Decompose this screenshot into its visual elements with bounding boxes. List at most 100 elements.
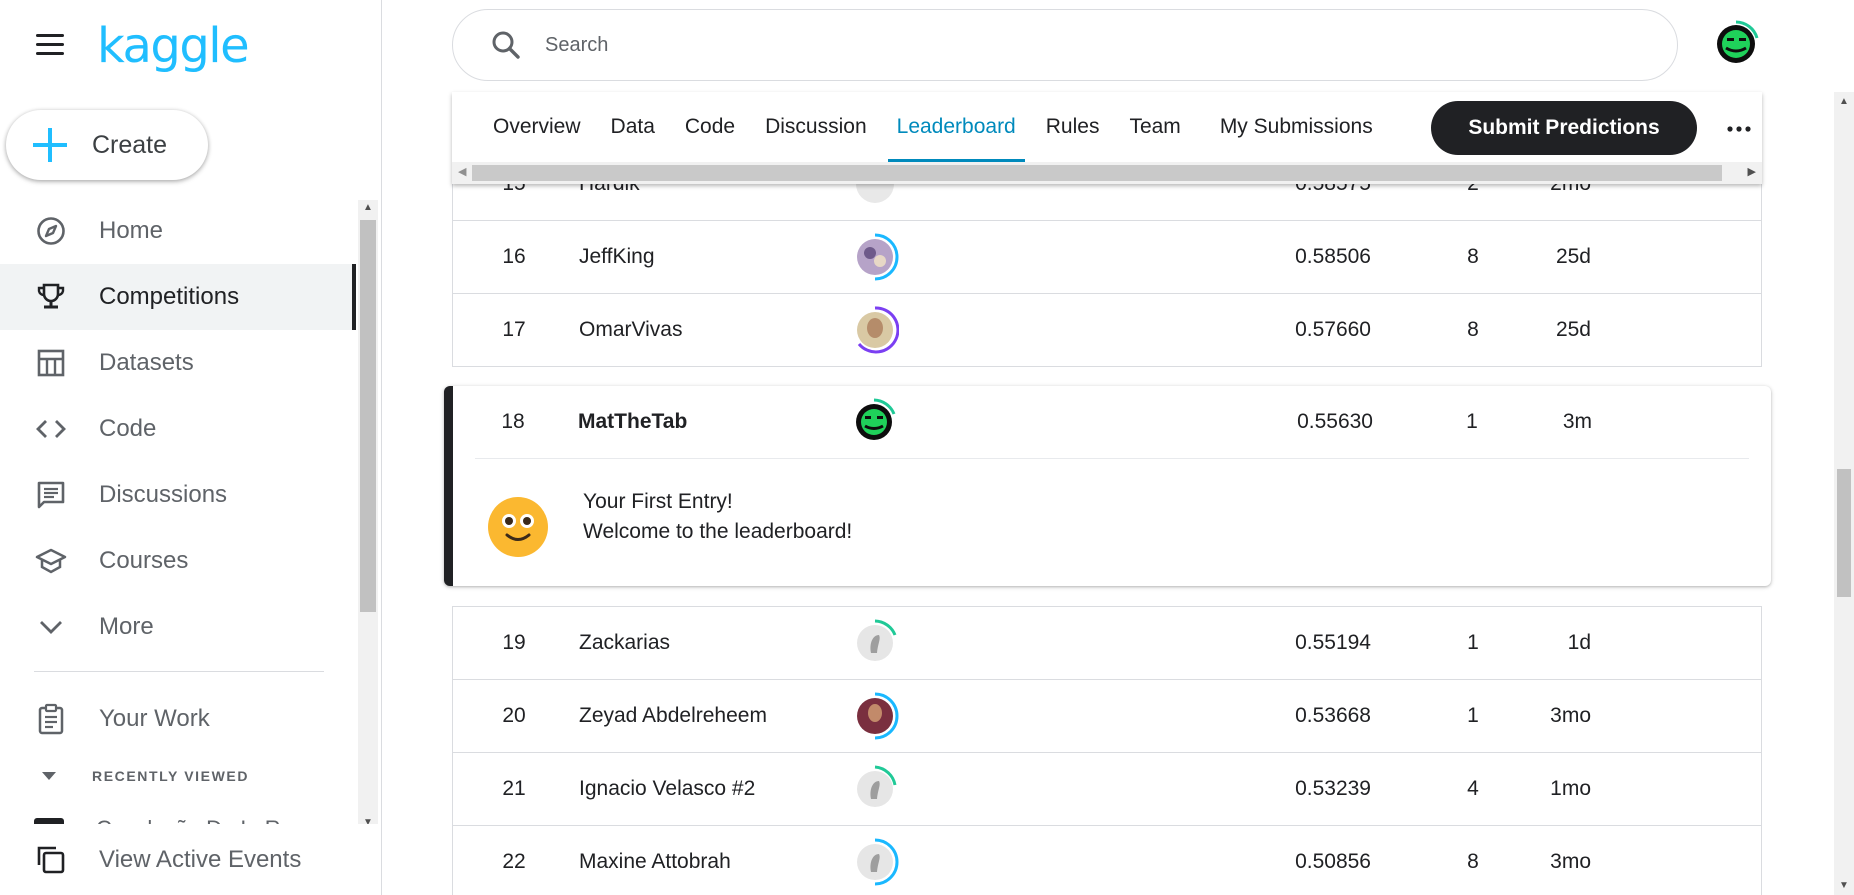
team-name-cell[interactable]: Zackarias: [579, 631, 670, 655]
table-row[interactable]: 16 JeffKing 0.58506 8 25d: [452, 221, 1762, 294]
avatar[interactable]: [851, 619, 899, 667]
team-name-cell[interactable]: MatTheTab: [578, 410, 687, 434]
my-entry-row[interactable]: 18 MatTheTab 0.55630 1 3m: [453, 386, 1762, 458]
team-name-cell[interactable]: Ignacio Velasco #2: [579, 777, 755, 801]
search-input[interactable]: [543, 32, 1547, 58]
sidebar-item-label: Competitions: [99, 283, 240, 310]
sidebar-item-label: More: [99, 613, 154, 640]
tab-overview[interactable]: Overview: [452, 92, 596, 162]
scroll-up-icon[interactable]: ▲: [363, 202, 373, 213]
score-cell: 0.53239: [1295, 777, 1371, 800]
search-bar[interactable]: [452, 9, 1678, 81]
tab-data[interactable]: Data: [596, 92, 670, 162]
more-horizontal-icon[interactable]: [1724, 114, 1754, 144]
user-avatar[interactable]: [1712, 20, 1760, 68]
table-row[interactable]: 22 Maxine Attobrah 0.50856 8 3mo: [452, 826, 1762, 895]
card-divider: [475, 458, 1749, 459]
sidebar-item-datasets[interactable]: Datasets: [0, 330, 356, 396]
score-cell: 0.53668: [1295, 704, 1371, 727]
chevron-down-icon: [34, 610, 68, 644]
table-row[interactable]: 20 Zeyad Abdelreheem 0.53668 1 3mo: [452, 680, 1762, 753]
score-cell: 0.57660: [1295, 318, 1371, 341]
sidebar-item-code[interactable]: Code: [0, 396, 356, 462]
tab-leaderboard[interactable]: Leaderboard: [882, 92, 1031, 162]
team-name-cell[interactable]: Maxine Attobrah: [579, 850, 731, 874]
rank-cell: 22: [502, 850, 526, 873]
entries-cell: 1: [1467, 704, 1479, 727]
sidebar-item-label: Courses: [99, 547, 189, 574]
scroll-down-icon[interactable]: ▼: [1839, 880, 1849, 891]
tabs-scrollbar-thumb[interactable]: [472, 165, 1722, 181]
score-cell: 0.55194: [1295, 631, 1371, 654]
entries-cell: 8: [1467, 850, 1479, 873]
my-entry-card: 18 MatTheTab 0.55630 1 3m Your First Ent…: [444, 386, 1771, 586]
scroll-up-icon[interactable]: ▲: [1839, 96, 1849, 107]
avatar[interactable]: [851, 233, 899, 281]
submit-predictions-button[interactable]: Submit Predictions: [1431, 101, 1697, 155]
sidebar-scrollbar[interactable]: ▲ ▼: [358, 200, 378, 830]
entries-cell: 8: [1467, 245, 1479, 268]
table-row[interactable]: 19 Zackarias 0.55194 1 1d: [452, 606, 1762, 680]
table-row[interactable]: 21 Ignacio Velasco #2 0.53239 4 1mo: [452, 753, 1762, 826]
rank-cell: 20: [502, 704, 526, 727]
tab-team[interactable]: Team: [1114, 92, 1204, 162]
sidebar-item-home[interactable]: Home: [0, 198, 356, 264]
entries-cell: 1: [1466, 410, 1478, 433]
last-cell: 25d: [1555, 245, 1591, 268]
rank-cell: 21: [502, 777, 526, 800]
sidebar-nav: Home Competitions Datasets Code Discussi…: [0, 198, 356, 660]
sidebar-item-your-work[interactable]: Your Work: [0, 686, 356, 752]
recently-viewed-toggle[interactable]: RECENTLY VIEWED: [42, 768, 249, 784]
sidebar-item-label: Your Work: [99, 705, 210, 732]
create-label: Create: [92, 130, 168, 159]
avatar[interactable]: [850, 398, 898, 446]
avatar[interactable]: [851, 306, 899, 354]
sidebar-item-label: Home: [99, 217, 164, 244]
scroll-right-icon[interactable]: ▶: [1748, 165, 1756, 178]
recently-viewed-label: RECENTLY VIEWED: [92, 768, 250, 784]
tab-my-submissions[interactable]: My Submissions: [1205, 92, 1388, 162]
message-title: Your First Entry!: [583, 490, 733, 513]
page-scrollbar[interactable]: ▲ ▼: [1834, 92, 1854, 895]
avatar[interactable]: [851, 765, 899, 813]
scroll-left-icon[interactable]: ◀: [458, 165, 466, 178]
sidebar-scrollbar-thumb[interactable]: [360, 220, 376, 612]
sidebar-item-courses[interactable]: Courses: [0, 528, 356, 594]
tab-rules[interactable]: Rules: [1031, 92, 1115, 162]
sidebar-item-more[interactable]: More: [0, 594, 356, 660]
entries-cell: 4: [1467, 777, 1479, 800]
last-cell: 3mo: [1550, 704, 1591, 727]
copy-icon: [34, 843, 68, 877]
avatar[interactable]: [851, 838, 899, 886]
view-active-events-button[interactable]: View Active Events: [0, 824, 381, 895]
avatar[interactable]: [851, 692, 899, 740]
sidebar-divider: [34, 671, 324, 672]
kaggle-logo[interactable]: kaggle: [97, 18, 250, 74]
trophy-icon: [34, 280, 68, 314]
last-cell: 1mo: [1550, 777, 1591, 800]
search-icon: [492, 31, 520, 59]
sidebar-item-discussions[interactable]: Discussions: [0, 462, 356, 528]
school-icon: [34, 544, 68, 578]
team-name-cell[interactable]: OmarVivas: [579, 318, 682, 342]
plus-icon: [33, 128, 67, 162]
create-button[interactable]: Create: [6, 110, 208, 180]
tab-code[interactable]: Code: [670, 92, 750, 162]
entries-cell: 8: [1467, 318, 1479, 341]
compass-icon: [34, 214, 68, 248]
menu-icon[interactable]: [36, 34, 64, 56]
tab-discussion[interactable]: Discussion: [750, 92, 882, 162]
first-entry-message: Your First Entry! Welcome to the leaderb…: [583, 487, 852, 547]
competition-tab-bar: Overview Data Code Discussion Leaderboar…: [452, 92, 1762, 184]
score-cell: 0.58506: [1295, 245, 1371, 268]
page-scrollbar-thumb[interactable]: [1837, 469, 1851, 597]
team-name-cell[interactable]: Zeyad Abdelreheem: [579, 704, 767, 728]
message-body: Welcome to the leaderboard!: [583, 520, 853, 543]
entries-cell: 1: [1467, 631, 1479, 654]
table-row[interactable]: 17 OmarVivas 0.57660 8 25d: [452, 294, 1762, 367]
rank-cell: 17: [502, 318, 526, 341]
team-name-cell[interactable]: JeffKing: [579, 245, 655, 269]
tabs-horizontal-scrollbar[interactable]: ◀ ▶: [452, 162, 1762, 184]
sidebar-item-competitions[interactable]: Competitions: [0, 264, 356, 330]
caret-down-icon: [42, 772, 56, 780]
